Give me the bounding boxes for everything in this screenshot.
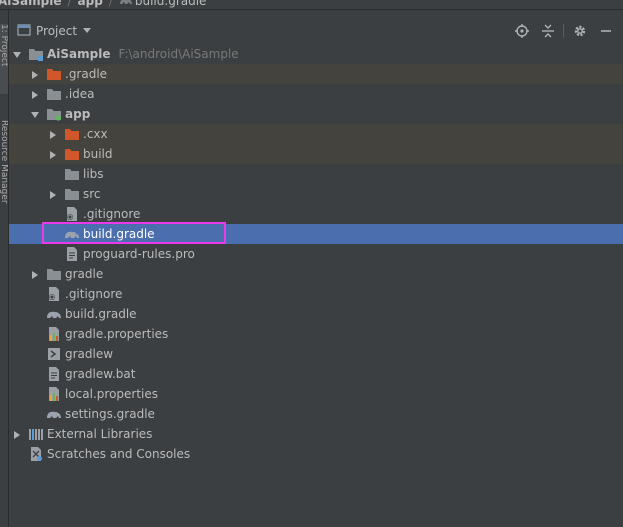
tree-item-label: Scratches and Consoles [47, 447, 191, 461]
folder-icon [64, 186, 80, 202]
tree-item-label: src [83, 187, 101, 201]
chevron-right-icon[interactable] [30, 269, 40, 279]
tree-item-app-build-gradle[interactable]: build.gradle [9, 222, 623, 244]
folder-icon [46, 86, 62, 102]
tree-item-label: app [65, 107, 91, 121]
tree-item-idea[interactable]: .idea [9, 84, 623, 104]
tree-item-label: local.properties [65, 387, 159, 401]
gitignore-file-icon [64, 206, 80, 222]
tree-item-label: .cxx [83, 127, 108, 141]
left-tool-strip: 1: Project Resource Manager [0, 10, 9, 527]
tree-item-label: External Libraries [47, 427, 153, 441]
tree-item-label: proguard-rules.pro [83, 247, 195, 261]
gradle-icon [46, 306, 62, 322]
tree-item-label: .gitignore [65, 287, 123, 301]
gradle-icon [64, 226, 80, 242]
chevron-down-icon[interactable] [30, 109, 40, 119]
tree-item-label: build [83, 147, 113, 161]
scratches-icon [28, 446, 44, 462]
project-path: F:\android\AiSample [118, 47, 239, 61]
module-folder-icon [28, 46, 44, 62]
text-file-icon [46, 366, 62, 382]
side-tab-resource-manager[interactable]: Resource Manager [0, 120, 8, 230]
toolbar-divider [563, 24, 564, 38]
folder-icon [46, 266, 62, 282]
project-tree: AiSample F:\android\AiSample .gradle .ide… [9, 44, 623, 527]
tree-item-label: .gitignore [83, 207, 141, 221]
breadcrumb-separator: / [108, 0, 113, 8]
tree-item-label: build.gradle [65, 307, 137, 321]
chevron-right-icon[interactable] [30, 69, 40, 79]
chevron-down-icon [82, 24, 92, 38]
tree-item-gradle-properties[interactable]: gradle.properties [9, 324, 623, 344]
tree-item-src[interactable]: src [9, 184, 623, 204]
tree-item-gradle-dir[interactable]: .gradle [9, 64, 623, 84]
folder-icon [64, 166, 80, 182]
properties-file-icon [46, 326, 62, 342]
tree-item-label: gradlew [65, 347, 114, 361]
chevron-right-icon[interactable] [48, 189, 58, 199]
tree-item-build-dir[interactable]: build [9, 144, 623, 164]
side-tab-project[interactable]: 1: Project [0, 24, 8, 94]
minimize-icon[interactable] [598, 23, 614, 39]
breadcrumb-item-file[interactable]: build.gradle [135, 0, 207, 8]
gear-icon[interactable] [572, 23, 588, 39]
module-folder-icon [46, 106, 62, 122]
tree-item-root[interactable]: AiSample F:\android\AiSample [9, 44, 623, 64]
view-selector-label: Project [36, 24, 78, 38]
project-toolbar: Project [9, 20, 623, 42]
tree-item-gradlew-bat[interactable]: gradlew.bat [9, 364, 623, 384]
text-file-icon [64, 246, 80, 262]
tree-item-label: build.gradle [83, 227, 155, 241]
shell-script-icon [46, 346, 62, 362]
properties-file-icon [46, 386, 62, 402]
gradle-icon [46, 406, 62, 422]
view-selector[interactable]: Project [17, 23, 92, 39]
tree-item-cxx[interactable]: .cxx [9, 124, 623, 144]
tree-item-label: gradle.properties [65, 327, 169, 341]
breadcrumb-separator: / [67, 0, 72, 8]
tree-item-root-build-gradle[interactable]: build.gradle [9, 304, 623, 324]
tree-item-label: libs [83, 167, 104, 181]
tree-item-settings-gradle[interactable]: settings.gradle [9, 404, 623, 424]
breadcrumb-item-project[interactable]: AiSample [0, 0, 62, 8]
chevron-down-icon[interactable] [12, 49, 22, 59]
tree-item-label: .idea [65, 87, 95, 101]
locate-icon[interactable] [514, 23, 530, 39]
library-icon [28, 426, 44, 442]
tree-item-label: settings.gradle [65, 407, 155, 421]
chevron-right-icon[interactable] [48, 129, 58, 139]
tree-item-app-gitignore[interactable]: .gitignore [9, 204, 623, 224]
chevron-right-icon[interactable] [12, 429, 22, 439]
breadcrumb: AiSample / app / build.gradle [0, 0, 623, 10]
collapse-all-icon[interactable] [540, 23, 556, 39]
tree-item-label: .gradle [65, 67, 108, 81]
tree-item-label: gradle [65, 267, 104, 281]
gitignore-file-icon [46, 286, 62, 302]
tree-item-external-libraries[interactable]: External Libraries [9, 424, 623, 444]
tree-item-root-gitignore[interactable]: .gitignore [9, 284, 623, 304]
chevron-right-icon[interactable] [48, 149, 58, 159]
tree-item-scratches[interactable]: Scratches and Consoles [9, 444, 623, 464]
chevron-right-icon[interactable] [30, 89, 40, 99]
tree-item-label: AiSample F:\android\AiSample [47, 46, 239, 62]
gradle-icon [119, 0, 133, 9]
tree-item-label: gradlew.bat [65, 367, 136, 381]
tree-item-libs[interactable]: libs [9, 164, 623, 184]
folder-excluded-icon [64, 146, 80, 162]
tree-item-gradle-folder[interactable]: gradle [9, 264, 623, 284]
project-name: AiSample [47, 47, 111, 61]
tree-item-local-properties[interactable]: local.properties [9, 384, 623, 404]
tree-item-proguard[interactable]: proguard-rules.pro [9, 244, 623, 264]
tree-item-app[interactable]: app [9, 104, 623, 124]
folder-excluded-icon [46, 66, 62, 82]
folder-excluded-icon [64, 126, 80, 142]
breadcrumb-item-app[interactable]: app [78, 0, 103, 8]
project-view-icon [17, 23, 31, 40]
tree-item-gradlew[interactable]: gradlew [9, 344, 623, 364]
